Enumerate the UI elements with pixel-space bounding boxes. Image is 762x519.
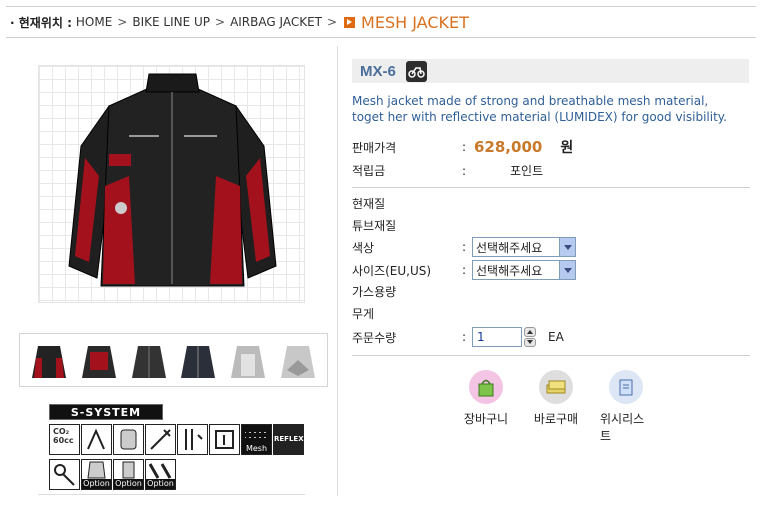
breadcrumb-separator: > — [215, 15, 226, 29]
divider — [352, 355, 750, 356]
column-divider — [337, 46, 338, 496]
material-row: 현재질 — [352, 195, 462, 212]
mesh-icon: Mesh — [241, 424, 272, 455]
vest-option-icon: Option — [81, 459, 112, 490]
jacket-thumb-icon — [31, 346, 66, 378]
price-value: 628,000 — [474, 138, 543, 156]
thumbnail-3[interactable] — [127, 338, 171, 382]
feature-icons-row-2: Option Option Option — [49, 459, 176, 490]
color-select[interactable]: 선택해주세요 — [472, 237, 576, 257]
tube-row: 튜브재질 — [352, 217, 462, 234]
points-row: 적립금 : 포인트 — [352, 163, 544, 179]
color-label: 색상 — [352, 240, 375, 255]
gas-row: 가스용량 — [352, 283, 462, 300]
points-label: 적립금 — [352, 164, 386, 178]
breadcrumb-separator: > — [117, 15, 128, 29]
wishlist-icon — [609, 370, 643, 404]
jacket-image-icon — [68, 73, 277, 287]
breadcrumb-separator: > — [326, 15, 338, 29]
size-select[interactable]: 선택해주세요 — [472, 260, 576, 280]
model-name: MX-6 — [360, 62, 396, 80]
breadcrumb-current: MESH JACKET — [361, 12, 469, 32]
chevron-down-icon[interactable] — [559, 261, 575, 279]
arrow-right-icon — [344, 16, 356, 28]
size-row: 사이즈(EU,US) : 선택해주세요 — [352, 260, 576, 280]
tube-material-label: 튜브재질 — [352, 219, 397, 233]
size-label: 사이즈(EU,US) — [352, 263, 432, 278]
feature-icons-row-1: CO₂ 60cc Mesh REFLEX — [49, 424, 304, 455]
weight-row: 무게 — [352, 305, 462, 322]
divider — [352, 187, 750, 188]
thumbnail-2[interactable] — [77, 338, 121, 382]
currency-label: 원 — [560, 140, 574, 156]
back-option-icon: Option — [113, 459, 144, 490]
price-row: 판매가격 : 628,000 원 — [352, 138, 574, 156]
jacket-thumb-icon — [231, 346, 266, 378]
quantity-label: 주문수량 — [352, 330, 397, 345]
product-main-image[interactable] — [38, 65, 305, 303]
jacket-thumb-icon — [131, 346, 166, 378]
airbag-icon — [81, 424, 112, 455]
shopping-bag-icon — [469, 370, 503, 404]
model-header: MX-6 — [352, 59, 749, 83]
chevron-down-icon[interactable] — [559, 238, 575, 256]
points-value: 포인트 — [510, 164, 544, 178]
thumbnail-6[interactable] — [276, 338, 320, 382]
s-system-logo: S-SYSTEM — [49, 404, 163, 420]
breadcrumb: · 현재위치 : HOME > BIKE LINE UP > AIRBAG JA… — [6, 6, 756, 38]
jacket-thumb-icon — [181, 346, 216, 378]
buy-now-button[interactable]: 바로구매 — [530, 370, 582, 444]
thumbnail-1[interactable] — [27, 338, 71, 382]
breadcrumb-label: · 현재위치 : — [10, 15, 72, 30]
add-to-cart-button[interactable]: 장바구니 — [460, 370, 512, 444]
wishlist-label: 위시리스트 — [600, 412, 645, 443]
thumbnail-4[interactable] — [176, 338, 220, 382]
cart-label: 장바구니 — [463, 412, 509, 426]
jacket-protector-icon — [113, 424, 144, 455]
jacket-thumb-icon — [281, 346, 316, 378]
quantity-input[interactable]: 1 — [472, 327, 522, 347]
breadcrumb-airbag-jacket-link[interactable]: AIRBAG JACKET — [230, 15, 322, 29]
quantity-unit: EA — [548, 330, 564, 344]
money-icon — [539, 370, 573, 404]
color-row: 색상 : 선택해주세요 — [352, 237, 576, 257]
breadcrumb-home-link[interactable]: HOME — [76, 15, 112, 29]
material-label: 현재질 — [352, 197, 386, 211]
buy-now-label: 바로구매 — [533, 412, 579, 426]
stepper-down-icon[interactable] — [524, 337, 536, 347]
action-buttons: 장바구니 바로구매 위시리스트 — [460, 370, 652, 444]
quantity-row: 주문수량 : 1 EA — [352, 327, 564, 347]
divider — [38, 494, 305, 495]
jacket-thumb-icon — [81, 346, 116, 378]
cord-icon — [177, 424, 208, 455]
lanyard-icon — [49, 459, 80, 490]
thumbnail-5[interactable] — [226, 338, 270, 382]
tool-icon — [145, 424, 176, 455]
price-label: 판매가격 — [352, 140, 397, 155]
motorcycle-icon — [405, 60, 427, 82]
breadcrumb-bike-line-up-link[interactable]: BIKE LINE UP — [132, 15, 210, 29]
weight-label: 무게 — [352, 307, 375, 321]
co2-cartridge-icon: CO₂ 60cc — [49, 424, 80, 455]
quantity-stepper[interactable] — [524, 327, 536, 347]
reflex-icon: REFLEX — [273, 424, 304, 455]
wishlist-button[interactable]: 위시리스트 — [600, 370, 652, 444]
gas-capacity-label: 가스용량 — [352, 285, 397, 299]
connector-icon — [209, 424, 240, 455]
stepper-up-icon[interactable] — [524, 327, 536, 337]
product-page: · 현재위치 : HOME > BIKE LINE UP > AIRBAG JA… — [0, 0, 762, 519]
thumbnail-strip — [19, 333, 328, 387]
product-description: Mesh jacket made of strong and breathabl… — [352, 94, 727, 124]
pads-option-icon: Option — [145, 459, 176, 490]
